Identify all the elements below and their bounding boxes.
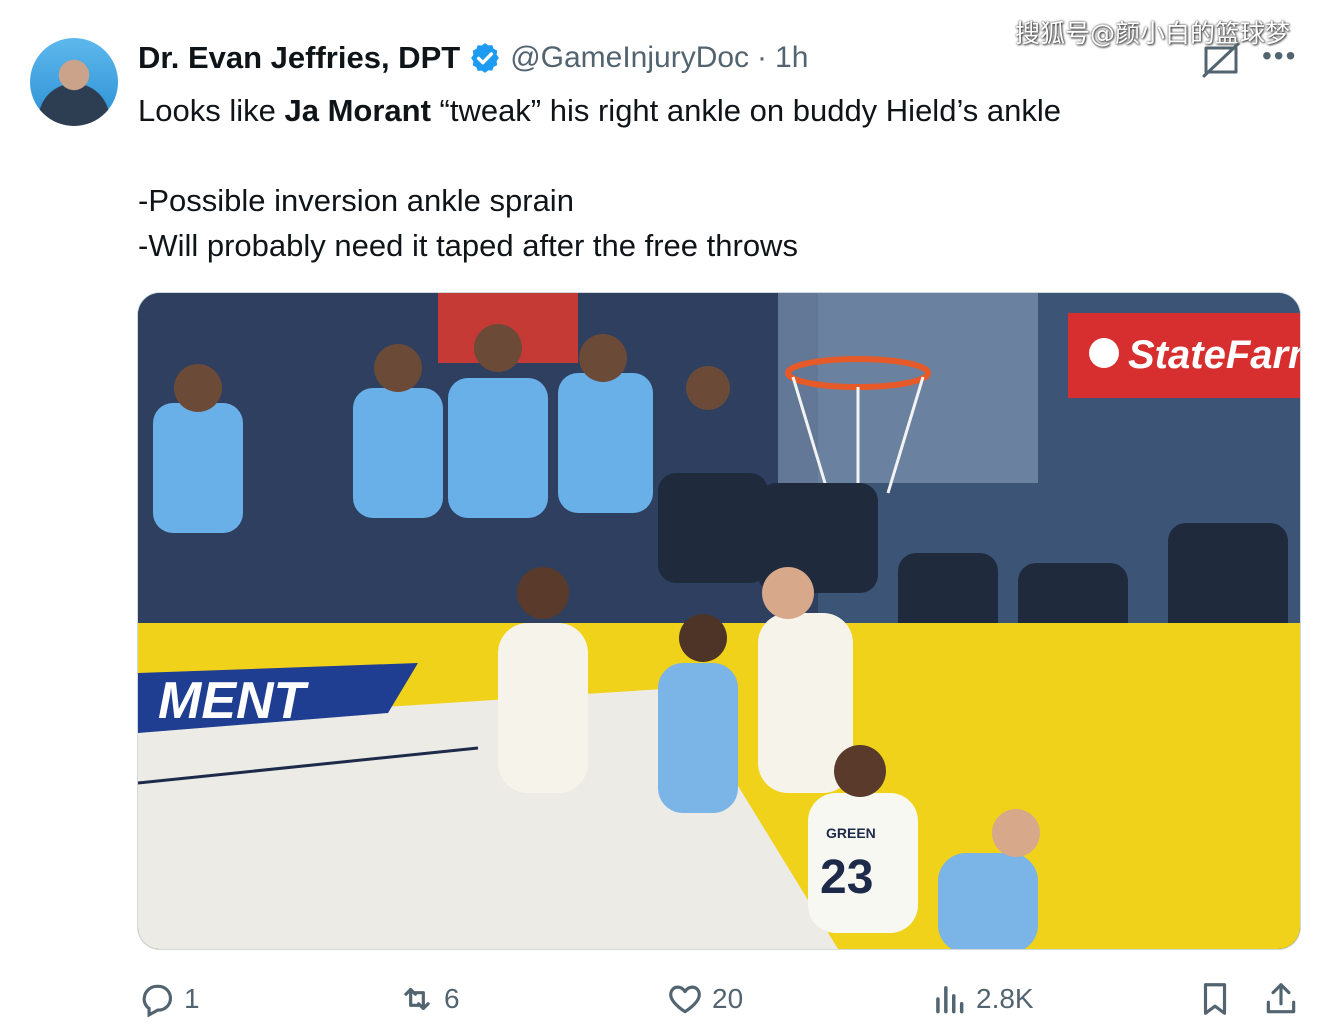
tweet-line-3: -Will probably need it taped after the f…: [138, 228, 798, 263]
bookmark-icon: [1203, 983, 1227, 1015]
views-count: 2.8K: [976, 983, 1034, 1014]
tweet-text: Looks like Ja Morant “tweak” his right a…: [138, 88, 1288, 268]
author-handle[interactable]: @GameInjuryDoc: [510, 41, 749, 75]
avatar[interactable]: [30, 38, 118, 126]
verified-badge-icon[interactable]: [468, 41, 502, 75]
repost-button[interactable]: 6: [398, 980, 460, 1018]
views-button[interactable]: 2.8K: [930, 980, 1034, 1018]
tweet-line-2: -Possible inversion ankle sprain: [138, 183, 574, 218]
like-count: 20: [712, 983, 744, 1014]
jersey-number: 23: [820, 851, 873, 904]
separator-dot: ·: [757, 41, 768, 74]
watermark: 搜狐号@颜小白的篮球梦: [1014, 19, 1290, 48]
tweet-line-1: Looks like Ja Morant “tweak” his right a…: [138, 93, 1061, 128]
grok-icon[interactable]: [1200, 42, 1242, 78]
post-time[interactable]: 1h: [775, 41, 808, 75]
mention-ja-morant: Ja Morant: [284, 93, 431, 128]
more-icon[interactable]: •••: [1262, 40, 1297, 72]
share-icon: [1266, 983, 1296, 1014]
basketball-scene: StateFarm MENT: [138, 293, 1300, 949]
tweet-actions: 1 6 20 2.8K: [138, 980, 1300, 1024]
share-button[interactable]: [1262, 980, 1308, 1018]
player-grizzlies: [658, 663, 738, 813]
bookmark-button[interactable]: [1196, 980, 1242, 1018]
views-icon: [936, 986, 964, 1014]
repost-icon: [404, 987, 430, 1011]
repost-count: 6: [444, 983, 460, 1014]
reply-button[interactable]: 1: [138, 980, 200, 1018]
tweet-media-image[interactable]: StateFarm MENT: [138, 293, 1300, 949]
author-name[interactable]: Dr. Evan Jeffries, DPT: [138, 40, 460, 76]
tweet-header: Dr. Evan Jeffries, DPT @GameInjuryDoc · …: [138, 38, 808, 78]
reply-icon: [142, 984, 172, 1018]
player-warriors-1: [498, 623, 588, 793]
reply-count: 1: [184, 983, 200, 1014]
jersey-name: GREEN: [826, 825, 876, 841]
like-icon: [669, 985, 701, 1014]
sponsor-banner-text: StateFarm: [1128, 333, 1300, 377]
like-button[interactable]: 20: [666, 980, 743, 1018]
court-lettering: MENT: [158, 672, 310, 730]
